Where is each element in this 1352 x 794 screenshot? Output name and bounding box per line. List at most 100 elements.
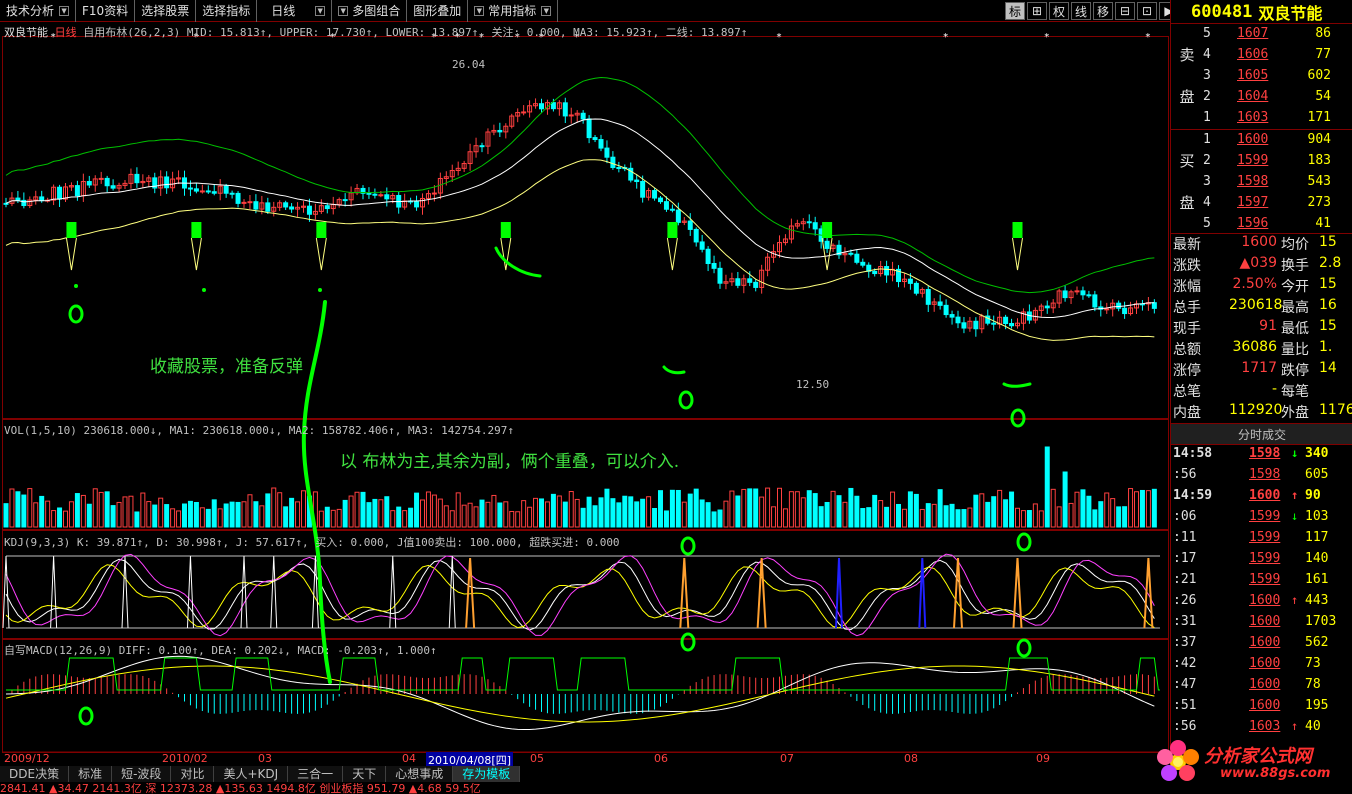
candle-body — [562, 102, 568, 117]
bottom-tab[interactable]: 对比 — [171, 766, 215, 782]
volume-bar — [283, 506, 289, 528]
candle-body — [949, 314, 955, 318]
trade-volume: 140 — [1305, 551, 1329, 566]
trade-price: 1600 — [1249, 698, 1281, 713]
volume-bar — [687, 493, 693, 528]
trade-volume: 443 — [1305, 593, 1329, 608]
volume-bar — [372, 498, 378, 528]
volume-bar — [753, 488, 759, 528]
bottom-tab[interactable]: 短-波段 — [112, 766, 172, 782]
candle-body — [925, 289, 931, 305]
buy-label: 买 — [1179, 152, 1195, 170]
volume-bar — [913, 493, 919, 528]
candle-body — [937, 301, 943, 306]
order-price: 1604 — [1237, 89, 1269, 104]
menu-select-stock[interactable]: 选择股票 — [135, 0, 197, 22]
trade-row: :11 1599 117 — [1173, 530, 1352, 551]
tool-grid-button[interactable]: ⊞ — [1027, 2, 1047, 20]
volume-bar — [836, 495, 842, 528]
chevron-down-icon: ▼ — [315, 5, 326, 16]
sell-order-row[interactable]: 3 1605 602 — [1203, 68, 1352, 89]
volume-bar — [675, 489, 681, 528]
buy-order-row[interactable]: 4 1597 273 — [1203, 195, 1352, 216]
bottom-tab[interactable]: 心想事成 — [386, 766, 454, 782]
volume-bar — [812, 493, 818, 528]
candle-body — [1116, 302, 1122, 309]
signal-block — [500, 222, 511, 238]
buy-order-row[interactable]: 3 1598 543 — [1203, 174, 1352, 195]
candle-body — [699, 241, 705, 250]
trades-title[interactable]: 分时成交 — [1171, 423, 1352, 445]
candle-body — [521, 111, 527, 114]
kline-chart-area[interactable]: * * * * * * * * * * * * * 双良节能 日线 自用布林(26,2,3) MID: … — [0, 22, 1170, 768]
tool-line-button[interactable]: 线 — [1071, 2, 1091, 20]
candle-body — [824, 240, 830, 249]
candle-body — [693, 228, 699, 243]
menu-period[interactable]: 日线 ▼ — [257, 0, 333, 22]
bottom-tab[interactable]: 美人+KDJ — [214, 766, 289, 782]
sell-order-row[interactable]: 5 1607 86 — [1203, 26, 1352, 47]
annotation-text-1: 收藏股票，准备反弹 — [150, 357, 303, 377]
volume-bar — [943, 505, 949, 528]
volume-bar — [955, 509, 961, 528]
menu-f10[interactable]: F10资料 — [76, 0, 136, 22]
sell-order-row[interactable]: 2 1604 54 — [1203, 89, 1352, 110]
menu-common-indicator[interactable]: ▼ 常用指标 ▼ — [468, 0, 559, 22]
bottom-tab[interactable]: DDE决策 — [0, 766, 70, 782]
volume-bar — [854, 495, 860, 528]
volume-bar — [860, 508, 866, 528]
candle-body — [98, 177, 104, 180]
tool-window-button[interactable]: ⊟ — [1115, 2, 1135, 20]
candle-body — [253, 201, 259, 210]
tool-rights-button[interactable]: 权 — [1049, 2, 1069, 20]
candle-body — [550, 102, 556, 110]
volume-bar — [384, 496, 390, 528]
bottom-tab[interactable]: 标准 — [69, 766, 113, 782]
volume-bar — [693, 488, 699, 528]
trade-volume: 117 — [1305, 530, 1329, 545]
volume-bar — [896, 503, 901, 528]
volume-bar — [1044, 446, 1050, 528]
candle-body — [1086, 294, 1092, 297]
candle-body — [610, 156, 616, 169]
buy-order-row[interactable]: 2 1599 183 — [1203, 153, 1352, 174]
candle-body — [568, 114, 574, 117]
stat-row: 涨停 1717 跌停 14 — [1173, 360, 1352, 381]
stock-name: 双良节能 — [1258, 3, 1323, 23]
candle-body — [913, 282, 919, 294]
volume-bar — [610, 498, 616, 528]
bottom-tab[interactable]: 天下 — [343, 766, 387, 782]
volume-bar — [366, 502, 372, 528]
candle-body — [3, 202, 9, 205]
volume-bar — [628, 496, 634, 528]
trade-volume: 195 — [1305, 698, 1329, 713]
volume-bar — [550, 493, 556, 528]
bottom-tab[interactable]: 存为模板 — [453, 766, 521, 782]
boll-values: 自用布林(26,2,3) MID: 15.813↑, UPPER: 17.730… — [83, 26, 748, 39]
candle-body — [663, 201, 669, 210]
trade-row: :51 1600 195 — [1173, 698, 1352, 719]
bottom-tab[interactable]: 三合一 — [288, 766, 344, 782]
stat-label: 均价 — [1281, 237, 1309, 253]
menu-select-indicator[interactable]: 选择指标 — [196, 0, 258, 22]
menu-tech-analysis[interactable]: 技术分析 ▼ — [0, 0, 77, 22]
tool-mark-button[interactable]: 标 — [1005, 2, 1025, 20]
menu-multi-chart[interactable]: ▼ 多图组合 — [332, 0, 408, 22]
signal-block — [1012, 222, 1023, 238]
menu-overlay[interactable]: 图形叠加 — [407, 0, 469, 22]
candle-body — [860, 261, 866, 266]
volume-bar — [717, 509, 723, 528]
order-price: 1598 — [1237, 174, 1269, 189]
tool-move-button[interactable]: 移 — [1093, 2, 1113, 20]
trade-volume: 78 — [1305, 677, 1321, 692]
sell-order-row[interactable]: 1 1603 171 — [1203, 110, 1352, 131]
buy-order-row[interactable]: 1 1600 904 — [1203, 132, 1352, 153]
trade-arrow: ↑ — [1291, 719, 1299, 733]
tool-box-button[interactable]: ⊡ — [1137, 2, 1157, 20]
volume-bar — [1139, 489, 1145, 528]
sell-order-row[interactable]: 4 1606 77 — [1203, 47, 1352, 68]
volume-bar — [711, 511, 717, 528]
volume-bar — [497, 502, 503, 528]
stock-name-label: 双良节能 — [4, 26, 48, 39]
trade-arrow: ↓ — [1291, 446, 1299, 460]
